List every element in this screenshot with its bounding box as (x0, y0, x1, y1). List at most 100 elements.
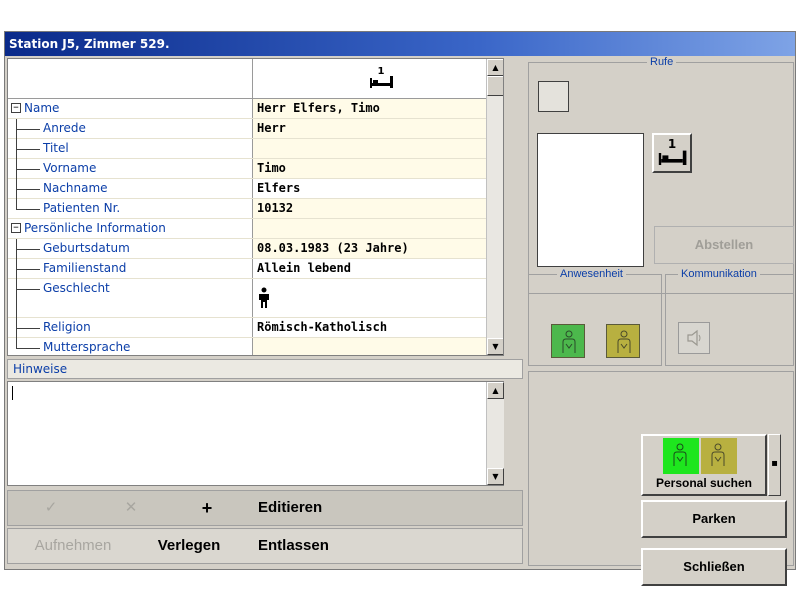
personal-suchen-dropdown[interactable]: ▪ (768, 434, 781, 496)
scroll-down-button[interactable]: ▼ (487, 468, 504, 485)
field-value[interactable] (252, 139, 503, 158)
tree-branch (16, 169, 40, 170)
tree-branch (16, 348, 40, 349)
grid-row[interactable]: Titel (8, 139, 503, 159)
field-value[interactable]: Herr Elfers, Timo (252, 99, 503, 118)
accept-button[interactable]: ✓ (36, 491, 66, 525)
grid-row[interactable]: Familienstand Allein lebend (8, 259, 503, 279)
add-button[interactable]: + (192, 491, 222, 525)
tree-branch (16, 289, 40, 290)
field-value[interactable]: 10132 (252, 199, 503, 218)
collapse-icon[interactable]: − (11, 223, 21, 233)
field-label: Patienten Nr. (43, 201, 121, 215)
personal-suchen-button[interactable]: Personal suchen (641, 434, 767, 496)
field-label: Religion (43, 320, 91, 334)
parken-button[interactable]: Parken (641, 500, 787, 538)
edit-button-row: ✓ ✕ + Editieren (7, 490, 523, 526)
speaker-button[interactable] (678, 322, 710, 354)
entlassen-button[interactable]: Entlassen (258, 529, 358, 563)
call-list[interactable] (537, 133, 644, 267)
editieren-button[interactable]: Editieren (258, 491, 348, 525)
field-value[interactable] (252, 279, 503, 317)
tree-branch (16, 189, 40, 190)
scroll-down-button[interactable]: ▼ (487, 338, 503, 355)
presence-doctor-button[interactable] (606, 324, 640, 358)
cancel-button[interactable]: ✕ (116, 491, 146, 525)
call-indicator[interactable] (538, 81, 569, 112)
field-label: Familienstand (43, 261, 127, 275)
rufe-label: Rufe (647, 56, 677, 68)
field-label: Muttersprache (43, 340, 131, 354)
scroll-up-button[interactable]: ▲ (487, 59, 503, 76)
window-title: Station J5, Zimmer 529. (5, 32, 795, 56)
field-value[interactable]: Elfers (252, 179, 503, 198)
field-label: Geburtsdatum (43, 241, 130, 255)
field-label: Persönliche Information (24, 221, 166, 235)
hinweise-scrollbar[interactable]: ▲ ▼ (486, 382, 504, 485)
tree-branch (16, 209, 40, 210)
field-value[interactable]: Timo (252, 159, 503, 178)
field-label: Titel (43, 141, 69, 155)
tree-branch (16, 249, 40, 250)
field-value[interactable]: Römisch-Katholisch (252, 318, 503, 337)
grid-row[interactable]: Anrede Herr (8, 119, 503, 139)
admission-button-row: Aufnehmen Verlegen Entlassen (7, 528, 523, 564)
field-label: Vorname (43, 161, 97, 175)
rufe-group: Rufe 1 Abstellen (528, 56, 794, 294)
tree-branch (16, 328, 40, 329)
grid-row[interactable]: Religion Römisch-Katholisch (8, 318, 503, 338)
grid-header-bed: 1 (252, 59, 503, 98)
grid-row[interactable]: Muttersprache (8, 338, 503, 355)
field-value[interactable] (252, 338, 503, 355)
hinweise-header: Hinweise (7, 359, 523, 379)
actions-panel: Personal suchen ▪ Parken Schließen (528, 371, 794, 586)
grid-row[interactable]: Nachname Elfers (8, 179, 503, 199)
bed-call-button[interactable]: 1 (652, 133, 692, 173)
anwesenheit-label: Anwesenheit (557, 268, 626, 280)
svg-text:1: 1 (668, 137, 676, 151)
nurse-person-icon (562, 330, 576, 353)
tree-branch (16, 129, 40, 130)
field-label: Anrede (43, 121, 86, 135)
personal-suchen-label: Personal suchen (655, 476, 753, 490)
text-caret (12, 386, 13, 400)
aufnehmen-button[interactable]: Aufnehmen (18, 529, 128, 563)
anwesenheit-group: Anwesenheit (528, 268, 662, 366)
field-label: Geschlecht (43, 281, 110, 295)
grid-scrollbar[interactable]: ▲ ▼ (486, 59, 503, 355)
kommunikation-group: Kommunikation (665, 268, 794, 366)
scroll-up-button[interactable]: ▲ (487, 382, 504, 399)
field-value[interactable] (252, 219, 503, 238)
grid-row[interactable]: Geschlecht (8, 279, 503, 318)
verlegen-button[interactable]: Verlegen (144, 529, 234, 563)
patient-window: Station J5, Zimmer 529. 1 − Name Herr Elfe… (4, 31, 796, 586)
bed-icon: 1 (658, 137, 687, 165)
tree-branch (16, 149, 40, 150)
field-label: Nachname (43, 181, 108, 195)
grid-row[interactable]: − Name Herr Elfers, Timo (8, 99, 503, 119)
doctor-person-icon (711, 443, 725, 466)
grid-row[interactable]: Geburtsdatum 08.03.1983 (23 Jahre) (8, 239, 503, 259)
field-value[interactable]: Allein lebend (252, 259, 503, 278)
grid-row[interactable]: Vorname Timo (8, 159, 503, 179)
bed-icon: 1 (370, 66, 393, 88)
hinweise-textarea[interactable]: ▲ ▼ (7, 381, 504, 486)
presence-nurse-button[interactable] (551, 324, 585, 358)
field-value[interactable]: Herr (252, 119, 503, 138)
grid-row[interactable]: Patienten Nr. 10132 (8, 199, 503, 219)
svg-text:1: 1 (378, 66, 385, 77)
schliessen-button[interactable]: Schließen (641, 548, 787, 586)
doctor-person-icon (617, 330, 631, 353)
staff-available-indicator (663, 438, 699, 474)
collapse-icon[interactable]: − (11, 103, 21, 113)
scroll-thumb[interactable] (487, 76, 503, 96)
tree-branch (16, 269, 40, 270)
grid-row[interactable]: − Persönliche Information (8, 219, 503, 239)
nurse-person-icon (673, 443, 687, 466)
staff-doctor-indicator (701, 438, 737, 474)
abstellen-button[interactable]: Abstellen (654, 226, 794, 264)
speaker-icon (687, 329, 701, 347)
patient-property-grid: 1 − Name Herr Elfers, Timo Anrede Herr Titel V… (7, 58, 504, 356)
tree-line (16, 279, 17, 318)
field-value[interactable]: 08.03.1983 (23 Jahre) (252, 239, 503, 258)
